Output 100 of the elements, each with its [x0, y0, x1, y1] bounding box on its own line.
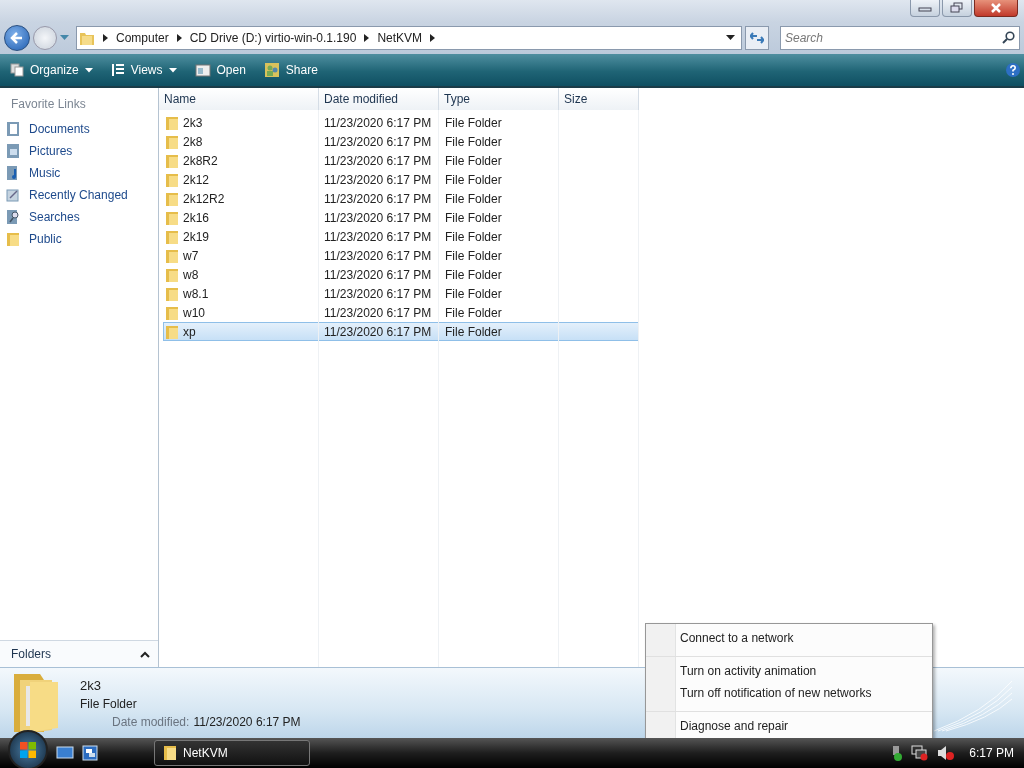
minimize-button[interactable]	[910, 0, 940, 17]
file-row[interactable]: w7 11/23/2020 6:17 PM File Folder	[163, 246, 639, 265]
people-icon	[263, 62, 280, 78]
file-row[interactable]: w10 11/23/2020 6:17 PM File Folder	[163, 303, 639, 322]
dropdown-icon[interactable]	[726, 35, 735, 41]
file-row[interactable]: w8 11/23/2020 6:17 PM File Folder	[163, 265, 639, 284]
windows-icon[interactable]	[82, 745, 98, 761]
restore-icon	[950, 2, 964, 14]
item-name: 2k3	[80, 677, 102, 693]
folder-icon	[165, 115, 179, 130]
file-row[interactable]: 2k12 11/23/2020 6:17 PM File Folder	[163, 170, 639, 189]
file-name: xp	[183, 324, 196, 339]
sidebar-item[interactable]: Music	[0, 162, 158, 184]
file-name: w8.1	[183, 286, 209, 301]
type-cell-text: File Folder	[444, 267, 503, 282]
search-field[interactable]: Search	[780, 26, 1020, 50]
file-row[interactable]: 2k16 11/23/2020 6:17 PM File Folder	[163, 208, 639, 227]
chevron-icon[interactable]	[364, 34, 370, 42]
caret-icon	[168, 67, 177, 73]
type-cell-text: File Folder	[444, 191, 503, 206]
file-row[interactable]: xp 11/23/2020 6:17 PM File Folder	[163, 322, 639, 341]
column-header[interactable]: Name	[159, 88, 319, 110]
sidebar-label: Pictures	[29, 144, 73, 158]
type-cell-text: File Folder	[444, 248, 503, 263]
file-name: 2k8	[183, 134, 203, 149]
date-cell-text: 11/23/2020 6:17 PM	[323, 229, 433, 244]
arrows-icon	[750, 32, 764, 44]
folder-icon	[6, 232, 20, 246]
windows-logo-icon	[18, 740, 38, 760]
folder-icon	[165, 172, 179, 187]
network-error-icon[interactable]	[911, 745, 930, 761]
folder-icon	[165, 210, 179, 225]
collapse-icon[interactable]	[140, 650, 150, 658]
toolbar-button[interactable]: Organize	[4, 61, 99, 79]
file-name: 2k8R2	[183, 153, 218, 168]
file-name: 2k12R2	[183, 191, 225, 206]
file-row[interactable]: w8.1 11/23/2020 6:17 PM File Folder	[163, 284, 639, 303]
sidebar-item[interactable]: Pictures	[0, 140, 158, 162]
chevron-icon[interactable]	[103, 34, 108, 42]
chevron-icon[interactable]	[430, 34, 436, 42]
column-header[interactable]: Size	[559, 88, 639, 110]
close-button[interactable]	[974, 0, 1018, 17]
date-cell-text: 11/23/2020 6:17 PM	[323, 248, 433, 263]
file-row[interactable]: 2k19 11/23/2020 6:17 PM File Folder	[163, 227, 639, 246]
sidebar-label: Documents	[29, 122, 90, 136]
column-header[interactable]: Date modified	[319, 88, 439, 110]
sidebar-label: Public	[29, 232, 62, 246]
file-row[interactable]: 2k12R2 11/23/2020 6:17 PM File Folder	[163, 189, 639, 208]
breadcrumb[interactable]: CD Drive (D:) virtio-win-0.1.190	[189, 31, 357, 45]
date-cell-text: 11/23/2020 6:17 PM	[323, 305, 433, 320]
folder-icon	[165, 286, 179, 301]
back-button[interactable]	[4, 25, 30, 51]
date-cell-text: 11/23/2020 6:17 PM	[323, 153, 433, 168]
toolbar-button[interactable]: Open	[188, 61, 252, 79]
sidebar-item[interactable]: Recently Changed	[0, 184, 158, 206]
toolbar-button[interactable]: Share	[257, 60, 324, 80]
start-button[interactable]	[8, 730, 48, 768]
type-cell-text: File Folder	[444, 324, 503, 339]
date-label: Date modified:	[112, 714, 190, 729]
recent-icon	[6, 188, 20, 202]
help-icon	[1006, 63, 1020, 77]
file-name: 2k12	[183, 172, 210, 187]
file-name: 2k3	[183, 115, 203, 130]
date-cell-text: 11/23/2020 6:17 PM	[323, 267, 433, 282]
volume-muted-icon[interactable]	[937, 745, 956, 761]
breadcrumb[interactable]: Computer	[116, 31, 169, 45]
restore-button[interactable]	[942, 0, 972, 17]
type-cell-text: File Folder	[444, 286, 503, 301]
search-icon[interactable]	[1002, 31, 1015, 44]
sidebar-item[interactable]: Documents	[0, 118, 158, 140]
folder-icon	[165, 191, 179, 206]
desktop-icon[interactable]	[56, 746, 74, 760]
refresh-button[interactable]	[745, 26, 769, 50]
breadcrumb[interactable]: NetKVM	[377, 31, 423, 45]
taskbar-button[interactable]: NetKVM	[154, 740, 310, 766]
picture-icon	[6, 144, 20, 158]
date-cell-text: 11/23/2020 6:17 PM	[323, 324, 433, 339]
file-row[interactable]: 2k8 11/23/2020 6:17 PM File Folder	[163, 132, 639, 151]
type-cell-text: File Folder	[444, 153, 503, 168]
sidebar-item[interactable]: Searches	[0, 206, 158, 228]
chevron-icon[interactable]	[176, 34, 182, 42]
date-cell-text: 11/23/2020 6:17 PM	[323, 210, 433, 225]
folder-icon	[165, 153, 179, 168]
arrow-left-icon	[10, 31, 24, 45]
address-bar[interactable]: Computer CD Drive (D:) virtio-win-0.1.190 NetKVM	[76, 26, 742, 50]
menu-item[interactable]: Turn off notification of new networks	[646, 682, 932, 704]
file-name: w10	[183, 305, 205, 320]
type-cell-text: File Folder	[444, 210, 503, 225]
sidebar-item[interactable]: Public	[0, 228, 158, 250]
document-icon	[6, 122, 20, 136]
column-header[interactable]: Type	[439, 88, 559, 110]
date-cell-text: 11/23/2020 6:17 PM	[323, 115, 433, 130]
type-cell-text: File Folder	[444, 134, 503, 149]
file-row[interactable]: 2k8R2 11/23/2020 6:17 PM File Folder	[163, 151, 639, 170]
folders-bar[interactable]: Folders	[0, 640, 158, 667]
close-icon	[989, 2, 1003, 14]
file-row[interactable]: 2k3 11/23/2020 6:17 PM File Folder	[163, 113, 639, 132]
toolbar-button[interactable]: Views	[104, 61, 183, 79]
help-button[interactable]	[1006, 63, 1020, 77]
menu-item[interactable]: Connect to a network	[646, 627, 932, 649]
